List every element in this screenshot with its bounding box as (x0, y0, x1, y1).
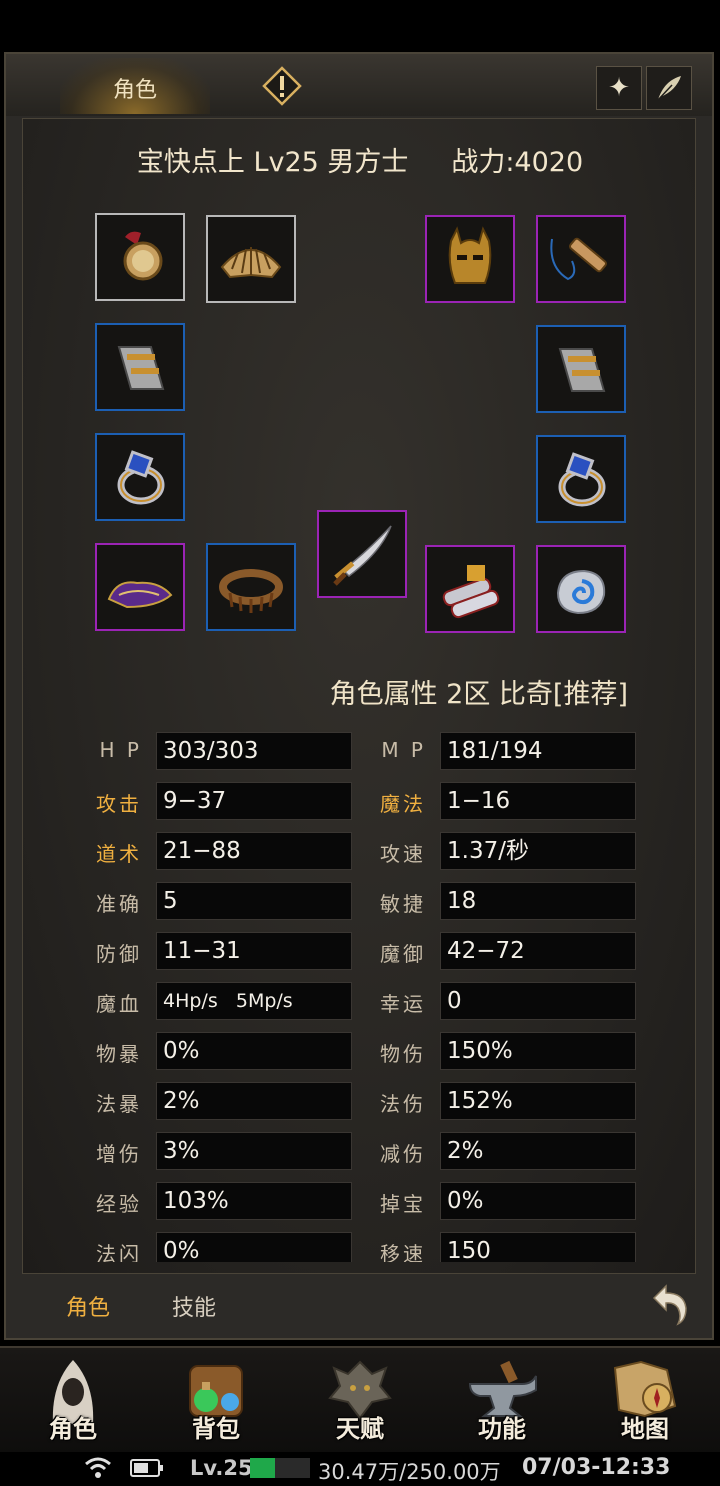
attr-label: 物暴 (96, 1042, 142, 1066)
attr-value: 181/194 (440, 732, 636, 770)
equip-slot-necklace[interactable] (536, 215, 626, 303)
attr-label: 攻速 (380, 842, 426, 866)
medal-icon (123, 231, 163, 281)
nav-role-label: 角色 (49, 1415, 97, 1443)
exp-text: 30.47万/250.00万 (318, 1460, 501, 1484)
nav-backpack-label: 背包 (192, 1415, 240, 1443)
equip-slot-ring-right[interactable] (536, 435, 626, 523)
attr-label: 防御 (96, 942, 142, 966)
attr-value: 0 (440, 982, 636, 1020)
attr-label: 物伤 (380, 1042, 426, 1066)
necklace-icon (550, 237, 607, 281)
attr-label: 移速 (380, 1242, 426, 1262)
equip-slot-talisman[interactable] (425, 545, 515, 633)
ring-icon (558, 452, 606, 507)
back-arrow-icon[interactable] (648, 1282, 690, 1326)
attr-label: 道术 (96, 842, 142, 866)
attr-label: 魔血 (96, 992, 142, 1016)
attr-label: 魔御 (380, 942, 426, 966)
attr-label: 法伤 (380, 1092, 426, 1116)
attr-label: 幸运 (380, 992, 426, 1016)
tab-role-header[interactable]: 角色 (60, 58, 210, 114)
tab-role[interactable]: 角色 (66, 1290, 110, 1322)
bottom-tab-bar (22, 1276, 696, 1334)
equip-slot-boots[interactable] (95, 543, 185, 631)
attr-label: 掉宝 (380, 1192, 426, 1216)
attr-value: 5 (156, 882, 352, 920)
pauldron-icon (220, 247, 282, 279)
nav-role[interactable]: 角色 (13, 1350, 133, 1448)
attr-value: 42−72 (440, 932, 636, 970)
equip-slot-ring-left[interactable] (95, 433, 185, 521)
attr-label: M P (381, 738, 426, 762)
ring-icon (117, 450, 165, 505)
equip-slot-bracer-left[interactable] (95, 323, 185, 411)
battery-icon (130, 1458, 164, 1478)
player-level: Lv.25 (190, 1456, 253, 1480)
attr-value: 152% (440, 1082, 636, 1120)
attr-label: 法闪 (96, 1242, 142, 1262)
talisman-scrolls-icon (442, 565, 500, 619)
attr-value: 18 (440, 882, 636, 920)
clock: 07/03-12:33 (522, 1455, 671, 1480)
attr-label: 敏捷 (380, 892, 426, 916)
equip-slot-belt[interactable] (206, 543, 296, 631)
attr-value: 0% (156, 1232, 352, 1262)
attr-label: 攻击 (96, 792, 142, 816)
attr-value: 2% (156, 1082, 352, 1120)
helmet-icon (448, 226, 492, 284)
nav-map-label: 地图 (621, 1415, 669, 1443)
attr-label: 经验 (96, 1192, 142, 1216)
equip-slot-weapon[interactable] (317, 510, 407, 598)
attr-value: 1.37/秒 (440, 832, 636, 870)
equip-slot-gem[interactable] (536, 545, 626, 633)
bracer-icon (117, 346, 165, 390)
attr-value: 3% (156, 1132, 352, 1170)
attr-label: 法暴 (96, 1092, 142, 1116)
boots-icon (107, 581, 173, 609)
attr-label: 减伤 (380, 1142, 426, 1166)
exclamation-icon[interactable] (262, 66, 302, 106)
wifi-icon (84, 1456, 112, 1480)
attr-value: 2% (440, 1132, 636, 1170)
attr-value: 11−31 (156, 932, 352, 970)
attr-value: 150 (440, 1232, 636, 1262)
attr-value: 103% (156, 1182, 352, 1220)
belt-icon (219, 569, 283, 613)
attr-label: H P (99, 738, 142, 762)
nav-talent[interactable]: 天赋 (300, 1350, 420, 1448)
sword-icon (333, 525, 392, 586)
sparkle-icon[interactable]: ✦ (596, 66, 642, 110)
attr-label: 准确 (96, 892, 142, 916)
feather-icon[interactable] (646, 66, 692, 110)
nav-talent-label: 天赋 (336, 1415, 384, 1443)
nav-function-label: 功能 (478, 1415, 526, 1443)
attributes-title: 角色属性 2区 比奇[推荐] (329, 679, 628, 710)
exp-bar-fill (250, 1458, 275, 1478)
character-title: 宝快点上 Lv25 男方士 战力:4020 (136, 147, 584, 178)
attr-value: 303/303 (156, 732, 352, 770)
attr-value: 9−37 (156, 782, 352, 820)
tab-skill[interactable]: 技能 (172, 1290, 216, 1322)
gem-stone-icon (556, 569, 606, 615)
equip-slot-helmet[interactable] (425, 215, 515, 303)
attributes-list[interactable]: H P 303/303 M P 181/194 攻击 9−37 魔法 1−16 道术 21−88 攻… (60, 728, 660, 1262)
nav-map[interactable]: 地图 (585, 1350, 705, 1448)
attr-value: 1−16 (440, 782, 636, 820)
nav-function[interactable]: 功能 (442, 1350, 562, 1448)
attr-value: 0% (440, 1182, 636, 1220)
nav-backpack[interactable]: 背包 (156, 1350, 276, 1448)
attr-label: 增伤 (96, 1142, 142, 1166)
attr-value: 150% (440, 1032, 636, 1070)
bracer-icon (558, 348, 606, 392)
equip-slot-bracer-right[interactable] (536, 325, 626, 413)
tab-role-header-label: 角色 (112, 78, 157, 103)
equip-slot-medal[interactable] (95, 213, 185, 301)
equip-slot-pauldron[interactable] (206, 215, 296, 303)
attr-value: 21−88 (156, 832, 352, 870)
attr-label: 魔法 (380, 792, 426, 816)
attr-value: 0% (156, 1032, 352, 1070)
attr-value: 4Hp/s 5Mp/s (156, 982, 352, 1020)
